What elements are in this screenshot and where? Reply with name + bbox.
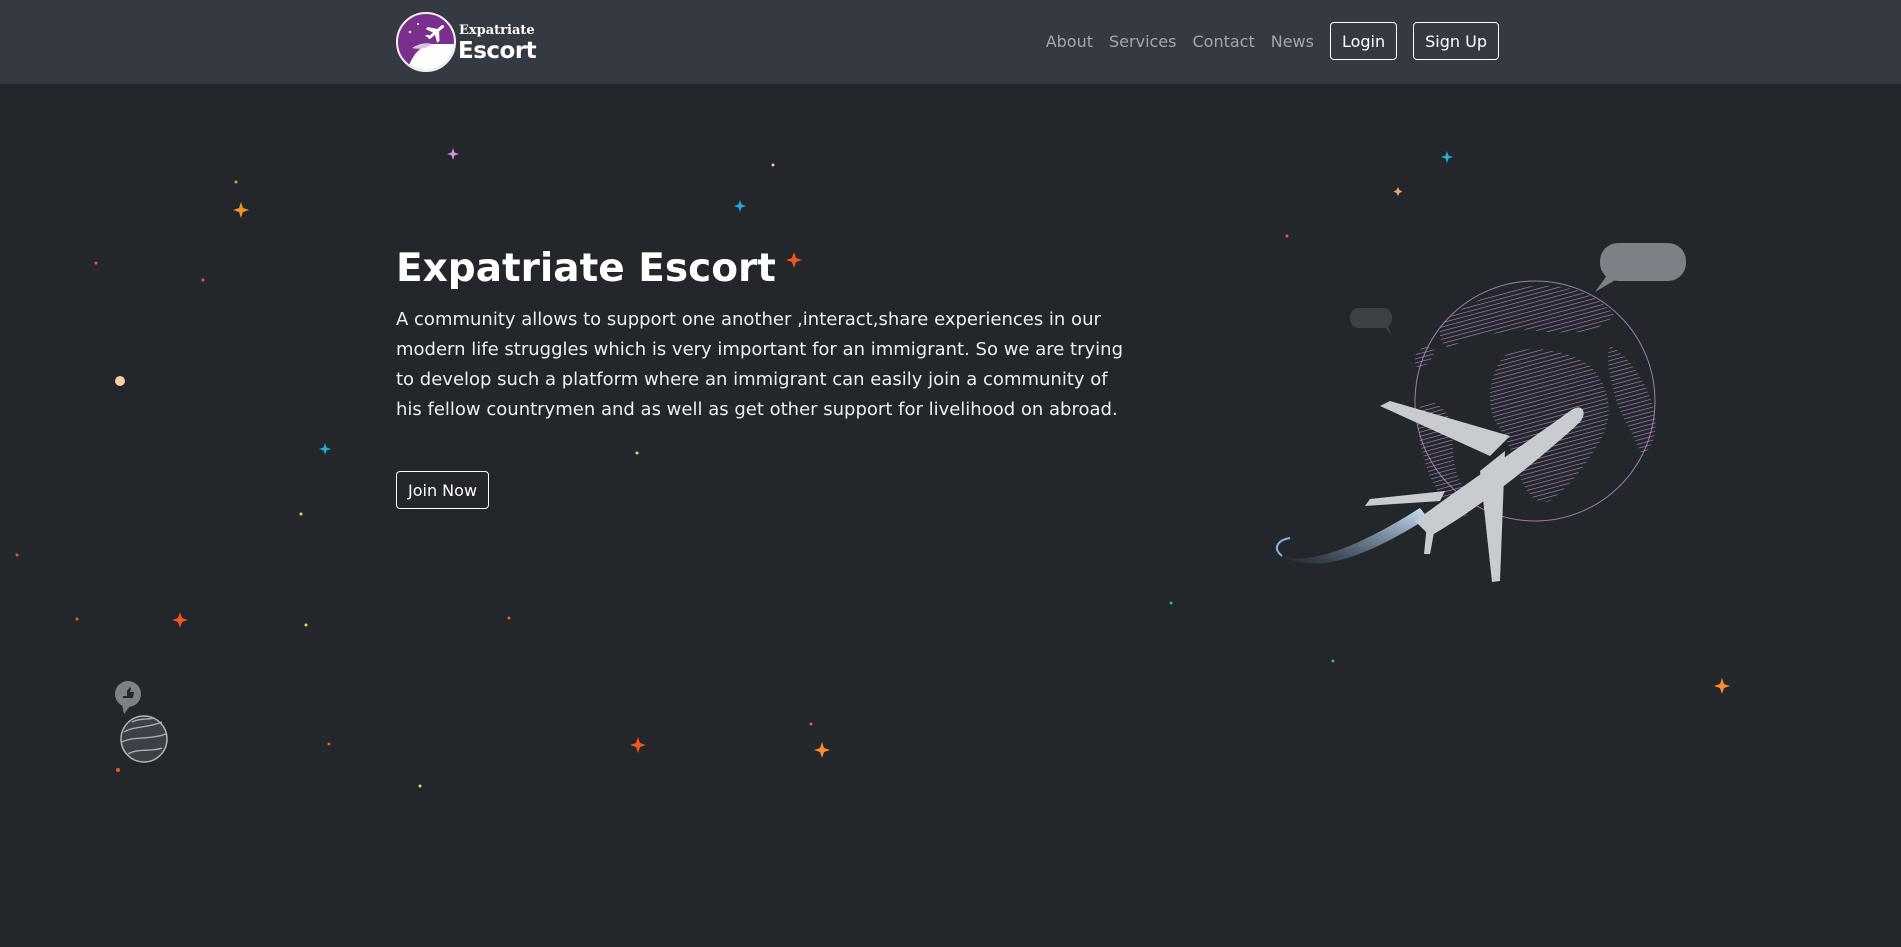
nav-menu: About Services Contact News Login Sign U… — [1030, 22, 1499, 60]
top-navbar: Expatriate Escort About Services Contact… — [0, 0, 1901, 84]
nav-link-contact[interactable]: Contact — [1192, 32, 1254, 51]
nav-link-services[interactable]: Services — [1109, 32, 1176, 51]
globe-airplane-icon — [1275, 243, 1686, 582]
brand-name-top: Expatriate — [459, 23, 535, 38]
login-button[interactable]: Login — [1329, 22, 1398, 60]
join-now-button[interactable]: Join Now — [396, 471, 490, 509]
airplane-logo-icon — [396, 12, 456, 72]
signup-button[interactable]: Sign Up — [1413, 22, 1499, 60]
planet-thumbs-up-icon — [115, 681, 168, 763]
nav-link-about[interactable]: About — [1046, 32, 1093, 51]
hero-title: Expatriate Escort — [396, 246, 776, 291]
nav-link-news[interactable]: News — [1271, 32, 1314, 51]
brand-logo[interactable]: Expatriate Escort — [396, 11, 537, 73]
hero-description: A community allows to support one anothe… — [396, 309, 1123, 420]
brand-name-bottom: Escort — [458, 38, 537, 64]
